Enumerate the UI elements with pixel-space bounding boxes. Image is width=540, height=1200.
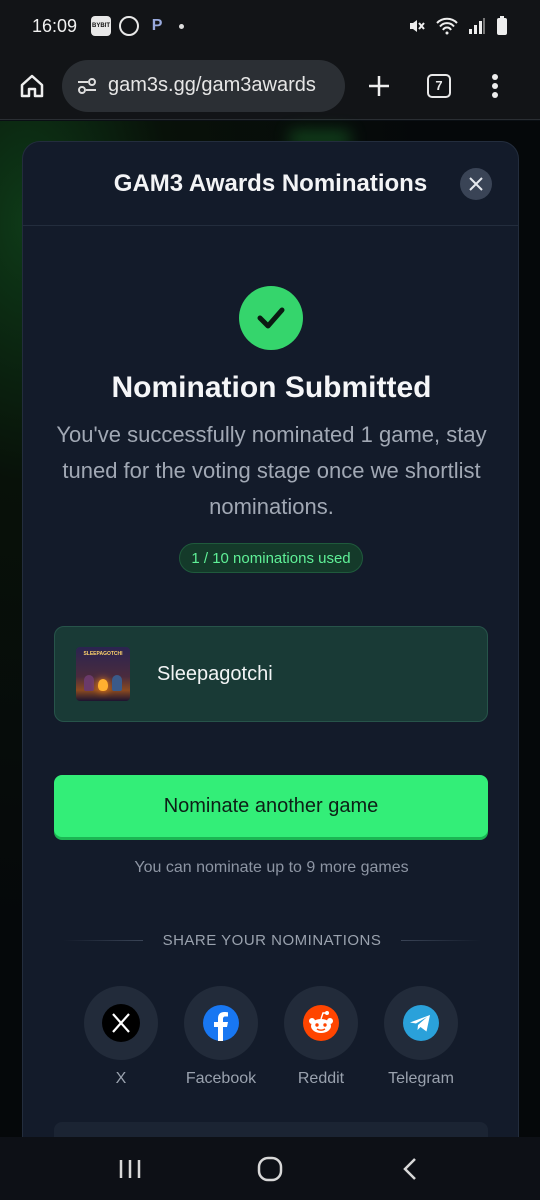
site-settings-icon (78, 77, 96, 94)
share-telegram-button[interactable]: Telegram (383, 986, 459, 1088)
more-vertical-icon (492, 73, 498, 98)
share-x-label: X (115, 1070, 127, 1087)
modal-header: GAM3 Awards Nominations (23, 142, 518, 226)
dot-icon (179, 23, 185, 29)
status-time: 16:09 (32, 15, 78, 36)
tab-switcher-button[interactable]: 7 (409, 56, 469, 116)
facebook-icon (203, 1005, 239, 1041)
x-icon (102, 1004, 140, 1042)
battery-icon (497, 16, 507, 35)
share-x-button[interactable]: X (83, 986, 159, 1088)
mute-icon (410, 20, 425, 32)
back-chevron-icon (403, 1157, 416, 1180)
share-reddit-button[interactable]: Reddit (283, 986, 359, 1088)
divider-line (63, 940, 143, 941)
address-bar[interactable]: gam3s.gg/gam3awards (62, 59, 345, 112)
nominations-modal: GAM3 Awards Nominations Nomination Submi… (22, 141, 519, 1141)
telegram-icon (403, 1005, 439, 1041)
home-icon (20, 74, 44, 97)
success-description: You've successfully nominated 1 game, st… (56, 422, 487, 519)
divider-line (401, 940, 481, 941)
nominations-usage-badge: 1 / 10 nominations used (179, 543, 363, 573)
share-divider: SHARE YOUR NOMINATIONS (63, 932, 481, 949)
picsart-icon: P (151, 17, 163, 34)
share-facebook-button[interactable]: Facebook (183, 986, 259, 1088)
game-name: Sleepagotchi (157, 662, 273, 685)
success-check-icon (239, 286, 303, 350)
share-heading: SHARE YOUR NOMINATIONS (162, 932, 382, 949)
share-reddit-label: Reddit (297, 1070, 345, 1087)
back-button[interactable] (380, 1144, 440, 1194)
viber-icon (119, 16, 140, 36)
wifi-icon (436, 17, 458, 35)
status-bar: 16:09 BYBIT P (0, 0, 540, 52)
game-thumbnail-title: SLEEPAGOTCHI (83, 651, 123, 657)
home-button[interactable] (2, 56, 62, 116)
reddit-icon (303, 1005, 339, 1041)
share-buttons: X Facebook Reddit Telegram (83, 986, 459, 1088)
nominated-game-card: SLEEPAGOTCHI Sleepagotchi (54, 626, 488, 722)
signal-icon (469, 18, 485, 34)
modal-title: GAM3 Awards Nominations (113, 169, 428, 197)
nominate-another-button[interactable]: Nominate another game (54, 775, 488, 837)
recent-apps-button[interactable] (100, 1144, 160, 1194)
close-button[interactable] (460, 168, 492, 200)
browser-menu-button[interactable] (469, 56, 521, 116)
success-title: Nomination Submitted (111, 371, 432, 404)
remaining-nominations-text: You can nominate up to 9 more games (134, 859, 409, 876)
plus-icon (369, 75, 389, 96)
system-navigation-bar (0, 1137, 540, 1200)
home-nav-button[interactable] (240, 1144, 300, 1194)
share-facebook-label: Facebook (185, 1070, 257, 1087)
close-icon (469, 177, 483, 191)
tab-count: 7 (427, 73, 451, 98)
share-telegram-label: Telegram (388, 1070, 454, 1087)
browser-toolbar: gam3s.gg/gam3awards 7 (0, 52, 540, 120)
url-text: gam3s.gg/gam3awards (108, 74, 316, 96)
game-thumbnail: SLEEPAGOTCHI (76, 647, 130, 701)
new-tab-button[interactable] (349, 56, 409, 116)
home-circle-icon (257, 1156, 283, 1181)
bybit-icon: BYBIT (91, 16, 112, 36)
recents-icon (119, 1159, 141, 1178)
